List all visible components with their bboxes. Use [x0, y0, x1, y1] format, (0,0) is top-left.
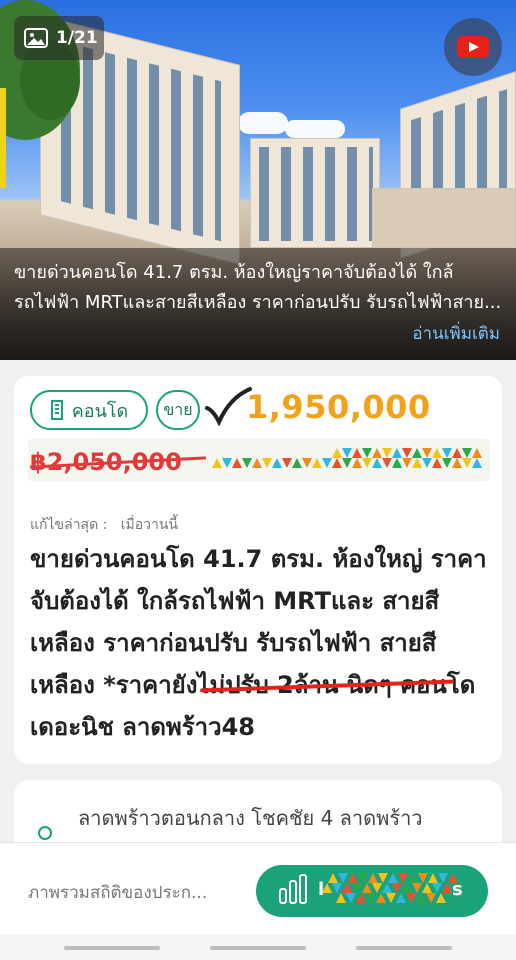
youtube-icon [457, 36, 489, 58]
last-edited: แก้ไขล่าสุด : เมื่อวานนี้ [30, 514, 178, 536]
nav-back[interactable] [64, 946, 160, 950]
photo-counter: 1/21 [14, 16, 104, 60]
stats-link[interactable]: ภาพรวมสถิติของประก... [28, 879, 207, 906]
youtube-button[interactable] [444, 18, 502, 76]
contact-button-label-tail: s [452, 879, 463, 900]
contact-button[interactable]: l s [256, 865, 488, 917]
system-nav-bar [0, 934, 516, 960]
last-edited-label: แก้ไขล่าสุด : [30, 517, 108, 533]
property-type-label: คอนโด [71, 400, 129, 422]
location-pin-icon [38, 826, 52, 840]
side-marker [0, 88, 6, 188]
gate-wall [372, 188, 516, 248]
building-center [250, 138, 380, 248]
triangle-pattern-decoration [212, 448, 482, 468]
listing-card: คอนโด ขาย 1,950,000 บาท ฿2,050,000 แก้ไข… [14, 376, 502, 764]
sale-label: ขาย [163, 399, 193, 419]
last-edited-value: เมื่อวานนี้ [120, 517, 179, 533]
photo-gallery[interactable]: 1/21 ขายด่วนคอนโด 41.7 ตรม. ห้องใหญ่ราคา… [0, 0, 516, 360]
caption-text: ขายด่วนคอนโด 41.7 ตรม. ห้องใหญ่ราคาจับต้… [14, 262, 502, 313]
listing-title: ขายด่วนคอนโด 41.7 ตรม. ห้องใหญ่ ราคาจับต… [30, 545, 487, 741]
read-more-link[interactable]: อ่านเพิ่มเติม [412, 320, 500, 347]
building-icon [50, 400, 63, 420]
location-text: ลาดพร้าวตอนกลาง โชคชัย 4 ลาดพร้าว [78, 806, 423, 830]
bottom-action-bar: ภาพรวมสถิติของประก... l s [0, 842, 516, 934]
property-type-badge: คอนโด [30, 390, 148, 430]
contact-button-label: l [318, 879, 325, 900]
sale-badge: ขาย [156, 390, 200, 430]
checkmark-icon [205, 387, 252, 426]
nav-home[interactable] [210, 946, 306, 950]
nav-recent[interactable] [356, 946, 452, 950]
image-icon [24, 28, 48, 48]
photo-counter-text: 1/21 [56, 28, 98, 48]
